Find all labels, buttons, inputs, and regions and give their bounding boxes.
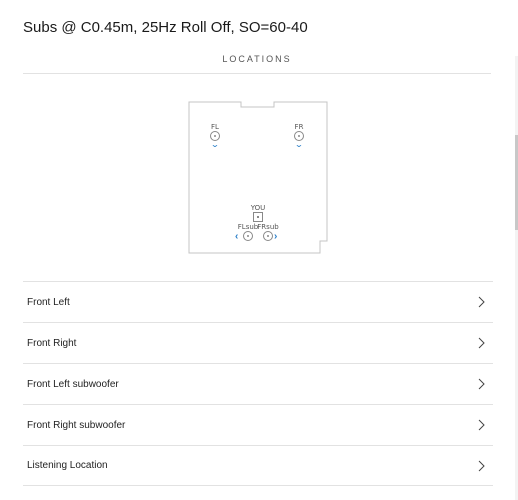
location-row-listening-location[interactable]: Listening Location [23,445,493,486]
subwoofer-icon [263,231,273,241]
chevron-right-icon [478,337,485,349]
room-map: FL ⌄ FR ⌄ YOU FLsub FRsub ‹ › [188,101,328,254]
location-row-front-right-subwoofer[interactable]: Front Right subwoofer [23,404,493,445]
locations-section-label: LOCATIONS [222,54,292,64]
chevron-right-icon [478,460,485,471]
location-row-label: Listening Location [27,460,108,471]
location-row-front-right[interactable]: Front Right [23,322,493,363]
chevron-right-icon [478,296,485,308]
chevron-down-icon: ⌄ [294,140,304,149]
speaker-fl[interactable]: FL ⌄ [208,123,222,149]
speaker-fr[interactable]: FR ⌄ [292,123,306,149]
location-row-front-left-subwoofer[interactable]: Front Left subwoofer [23,363,493,404]
location-row-label: Front Right subwoofer [27,419,126,431]
speaker-fr-label: FR [294,123,304,131]
chevron-down-icon: ⌄ [210,140,220,149]
listening-position-label: YOU [250,204,266,212]
speaker-flsub-label: FLsub [237,223,259,231]
location-row-label: Front Right [27,337,77,349]
arrow-right-icon: › [274,231,278,242]
locations-list: Front Left Front Right Front Left subwoo… [23,281,493,486]
location-row-label: Front Left [27,296,70,308]
page-title: Subs @ C0.45m, 25Hz Roll Off, SO=60-40 [23,19,308,36]
location-row-label: Front Left subwoofer [27,378,119,390]
listening-position[interactable]: YOU [248,204,268,222]
chevron-right-icon [478,378,485,390]
speaker-frsub-label: FRsub [257,223,279,231]
divider [23,73,491,74]
subwoofer-icon [243,231,253,241]
location-row-front-left[interactable]: Front Left [23,281,493,322]
arrow-left-icon: ‹ [235,231,239,242]
speaker-fl-label: FL [211,123,219,131]
listener-icon [253,212,263,222]
speaker-flsub[interactable]: FLsub [237,223,259,241]
chevron-right-icon [478,419,485,431]
